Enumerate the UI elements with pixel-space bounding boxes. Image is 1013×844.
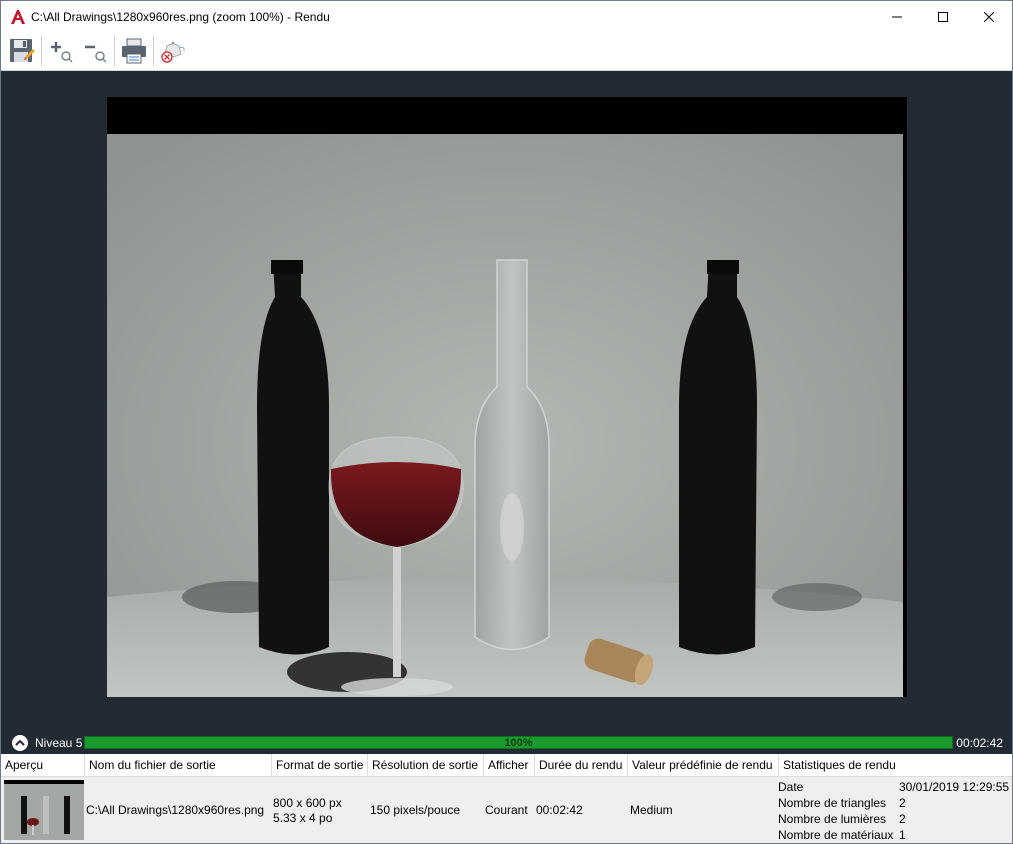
output-format-px: 800 x 600 px xyxy=(273,796,342,810)
render-level-label: Niveau 5 xyxy=(35,735,83,750)
zoom-in-button[interactable] xyxy=(44,34,78,68)
stat-label-date: Date xyxy=(778,780,804,794)
column-header-preview[interactable]: Aperçu xyxy=(1,754,85,777)
render-duration: 00:02:42 xyxy=(536,803,583,817)
stat-value-lights: 2 xyxy=(899,812,906,826)
autocad-a-icon xyxy=(10,9,26,25)
print-button[interactable] xyxy=(117,34,151,68)
stat-label-materials: Nombre de matériaux xyxy=(778,828,894,842)
window-title: C:\All Drawings\1280x960res.png (zoom 10… xyxy=(31,9,330,24)
table-row[interactable]: C:\All Drawings\1280x960res.png 800 x 60… xyxy=(1,777,1012,843)
preview-thumbnail xyxy=(4,780,84,840)
progress-bar: 100% xyxy=(84,736,953,749)
progress-percent: 100% xyxy=(504,736,533,749)
render-viewport[interactable] xyxy=(1,71,1012,731)
stat-label-triangles: Nombre de triangles xyxy=(778,796,887,810)
maximize-icon xyxy=(938,11,948,22)
progress-row: Niveau 5 100% 00:02:42 xyxy=(1,731,1012,754)
title-bar[interactable]: C:\All Drawings\1280x960res.png (zoom 10… xyxy=(1,1,1012,32)
elapsed-time: 00:02:42 xyxy=(956,736,1003,750)
minimize-icon xyxy=(892,16,902,17)
zoom-out-icon xyxy=(85,45,107,63)
toolbar-separator xyxy=(114,36,115,66)
toolbar-separator xyxy=(41,36,42,66)
output-format-in: 5.33 x 4 po xyxy=(273,811,333,825)
toolbar-separator xyxy=(153,36,154,66)
stat-value-triangles: 2 xyxy=(899,796,906,810)
cancel-render-button[interactable] xyxy=(156,34,190,68)
show-value: Courant xyxy=(485,803,528,817)
column-header-duration[interactable]: Durée du rendu xyxy=(535,754,628,777)
column-header-file-name[interactable]: Nom du fichier de sortie xyxy=(85,754,272,777)
table-header: Aperçu Nom du fichier de sortie Format d… xyxy=(1,754,1012,777)
floppy-disk-icon xyxy=(10,39,35,62)
rendered-image xyxy=(107,97,907,697)
render-window: C:\All Drawings\1280x960res.png (zoom 10… xyxy=(0,0,1013,844)
chevron-up-icon xyxy=(15,739,25,746)
output-resolution: 150 pixels/pouce xyxy=(370,803,461,817)
render-history-table: Aperçu Nom du fichier de sortie Format d… xyxy=(1,754,1012,843)
column-header-format[interactable]: Format de sortie xyxy=(272,754,368,777)
minimize-button[interactable] xyxy=(874,1,920,32)
close-button[interactable] xyxy=(966,1,1012,32)
render-preset: Medium xyxy=(630,803,673,817)
close-icon xyxy=(984,11,994,22)
output-file-name: C:\All Drawings\1280x960res.png xyxy=(86,803,265,817)
zoom-in-icon xyxy=(51,42,73,63)
teapot-cancel-icon xyxy=(161,41,185,63)
column-header-preset[interactable]: Valeur prédéfinie de rendu xyxy=(628,754,779,777)
save-button[interactable] xyxy=(5,34,39,68)
printer-icon xyxy=(122,38,146,64)
stat-value-materials: 1 xyxy=(899,828,906,842)
column-header-show[interactable]: Afficher xyxy=(484,754,535,777)
toolbar xyxy=(1,32,1012,71)
stat-value-date: 30/01/2019 12:29:55 xyxy=(899,780,1010,794)
collapse-history-button[interactable] xyxy=(12,734,28,751)
column-header-stats[interactable]: Statistiques de rendu xyxy=(779,754,1012,777)
zoom-out-button[interactable] xyxy=(78,34,112,68)
maximize-button[interactable] xyxy=(920,1,966,32)
column-header-resolution[interactable]: Résolution de sortie xyxy=(368,754,484,777)
stat-label-lights: Nombre de lumières xyxy=(778,812,887,826)
